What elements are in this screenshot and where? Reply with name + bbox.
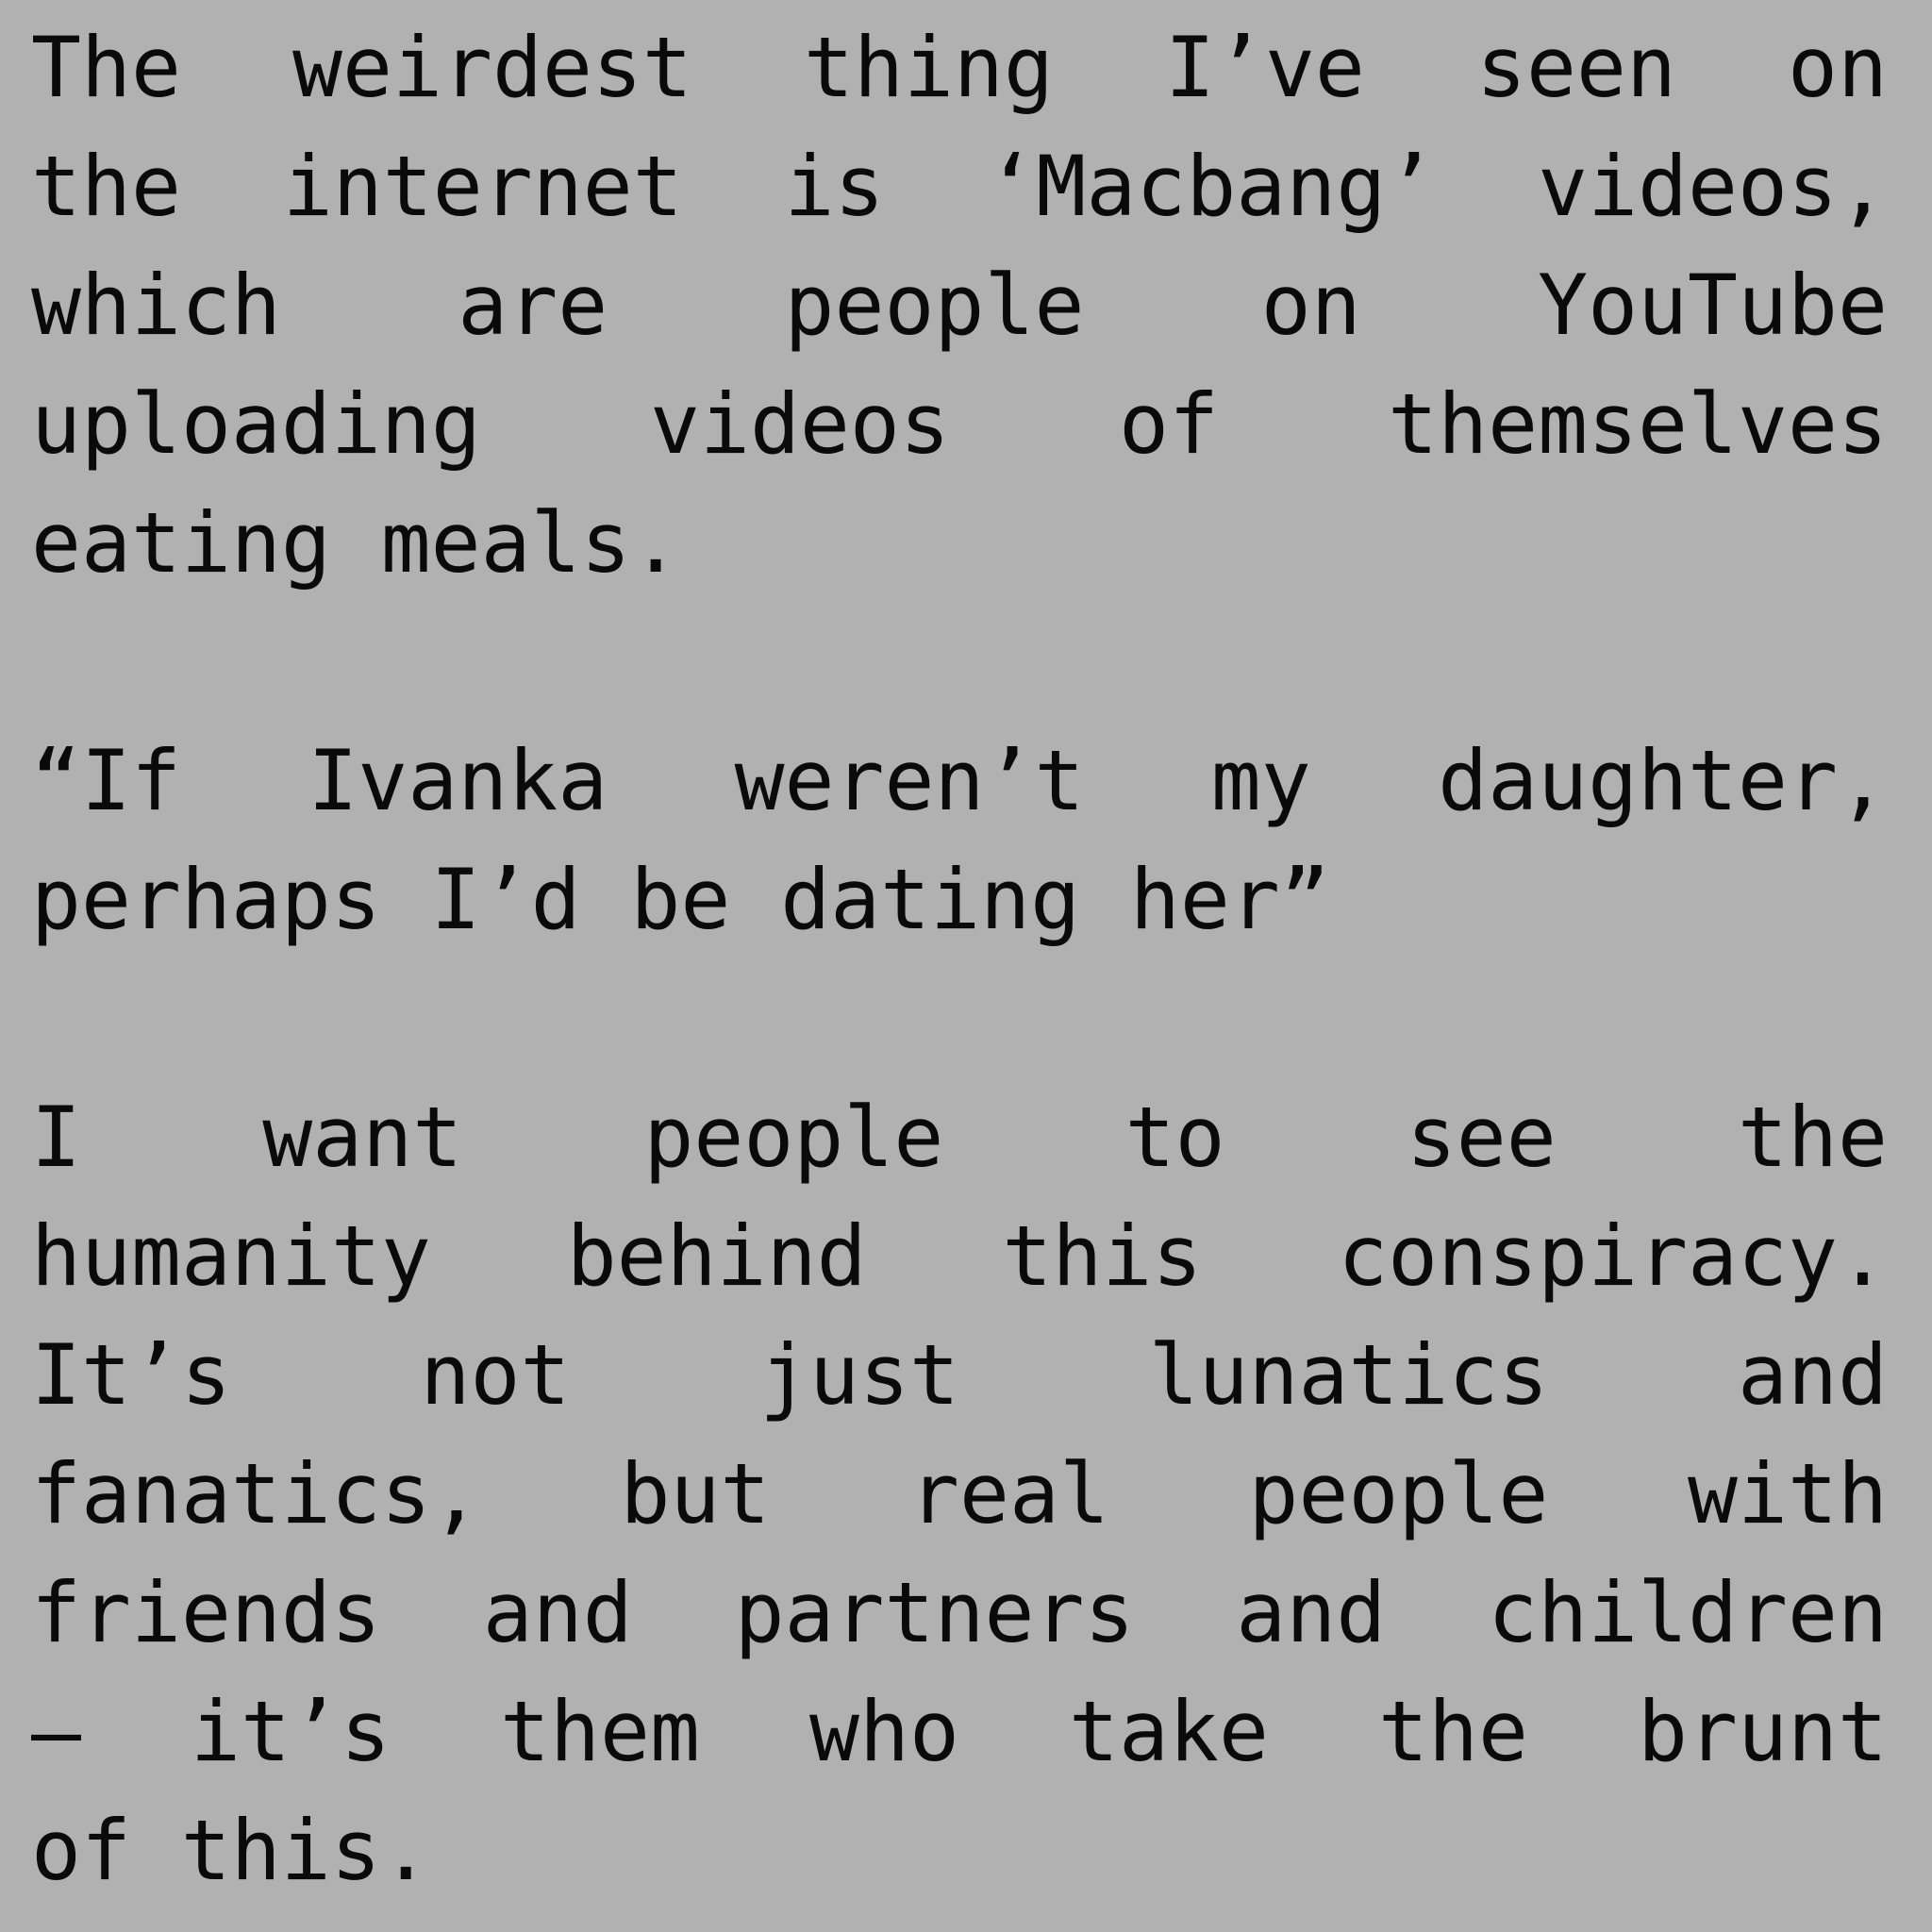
word: daughter, — [1438, 732, 1888, 829]
word: seen — [1476, 19, 1676, 116]
word: is — [784, 138, 885, 235]
text-line: It’s not just lunatics and — [31, 1316, 1888, 1435]
word: weirdest — [292, 19, 692, 116]
word: people — [1248, 1445, 1549, 1542]
word: to — [1124, 1089, 1225, 1186]
word: humanity — [31, 1208, 431, 1305]
word: behind — [566, 1208, 867, 1305]
word: conspiracy. — [1338, 1208, 1888, 1305]
word: I’d — [430, 851, 581, 948]
text-line: I want people to see the — [31, 1078, 1888, 1197]
word: take — [1069, 1683, 1269, 1780]
word: them — [500, 1683, 700, 1780]
word: with — [1688, 1445, 1888, 1542]
word: on — [1788, 19, 1888, 116]
text-line: humanity behind this conspiracy. — [31, 1197, 1888, 1316]
text-line: perhaps I’d be dating her” — [31, 841, 1888, 959]
text-line: fanatics, but real people with — [31, 1435, 1888, 1554]
word: this. — [180, 1802, 431, 1899]
word: this — [1002, 1208, 1203, 1305]
word: – — [31, 1683, 81, 1780]
text-line: eating meals. — [31, 484, 1888, 603]
word: who — [809, 1683, 959, 1780]
word: videos — [649, 375, 950, 473]
word: the — [31, 138, 181, 235]
word: themselves — [1388, 375, 1888, 473]
word: just — [759, 1326, 959, 1424]
word: eating — [31, 494, 331, 591]
word: on — [1260, 257, 1361, 354]
word: YouTube — [1538, 257, 1888, 354]
word: of — [31, 1802, 131, 1899]
word: perhaps — [31, 851, 381, 948]
word: Ivanka — [308, 732, 608, 829]
text-line: The weirdest thing I’ve seen on — [31, 8, 1888, 127]
word: of — [1119, 375, 1219, 473]
word: partners — [734, 1564, 1135, 1661]
text-line: uploading videos of themselves — [31, 365, 1888, 484]
word: want — [262, 1089, 463, 1186]
word: weren’t — [734, 732, 1085, 829]
word: my — [1210, 732, 1311, 829]
word: real — [909, 1445, 1109, 1542]
word: internet — [282, 138, 683, 235]
word: uploading — [31, 375, 481, 473]
word: people — [643, 1089, 944, 1186]
word: ‘Macbang’ — [986, 138, 1437, 235]
word: meals. — [380, 494, 681, 591]
text-line: “If Ivanka weren’t my daughter, — [31, 722, 1888, 841]
word: which — [31, 257, 281, 354]
text-line: which are people on YouTube — [31, 246, 1888, 365]
word: lunatics — [1148, 1326, 1549, 1424]
word: and — [482, 1564, 633, 1661]
word: dating — [780, 851, 1081, 948]
word: are — [458, 257, 608, 354]
text-line: friends and partners and children — [31, 1554, 1888, 1673]
word: thing — [803, 19, 1054, 116]
word: her” — [1129, 851, 1330, 948]
word: videos, — [1538, 138, 1888, 235]
text-line: the internet is ‘Macbang’ videos, — [31, 127, 1888, 246]
word: It’s — [31, 1326, 231, 1424]
word: people — [784, 257, 1085, 354]
word: and — [1236, 1564, 1387, 1661]
word: brunt — [1638, 1683, 1888, 1780]
word: the — [1378, 1683, 1528, 1780]
word: The — [31, 19, 181, 116]
word: and — [1738, 1326, 1888, 1424]
word: be — [630, 851, 731, 948]
word: children — [1488, 1564, 1888, 1661]
word: friends — [31, 1564, 381, 1661]
text-line: of this. — [31, 1791, 1888, 1910]
word: but — [620, 1445, 771, 1542]
text-page: The weirdest thing I’ve seen on the inte… — [0, 0, 1932, 1932]
word: I — [31, 1089, 81, 1186]
word: fanatics, — [31, 1445, 481, 1542]
word: I’ve — [1164, 19, 1365, 116]
word: see — [1406, 1089, 1557, 1186]
word: the — [1738, 1089, 1888, 1186]
word: “If — [31, 732, 181, 829]
word: not — [420, 1326, 571, 1424]
word: it’s — [191, 1683, 391, 1780]
text-line: – it’s them who take the brunt — [31, 1673, 1888, 1791]
